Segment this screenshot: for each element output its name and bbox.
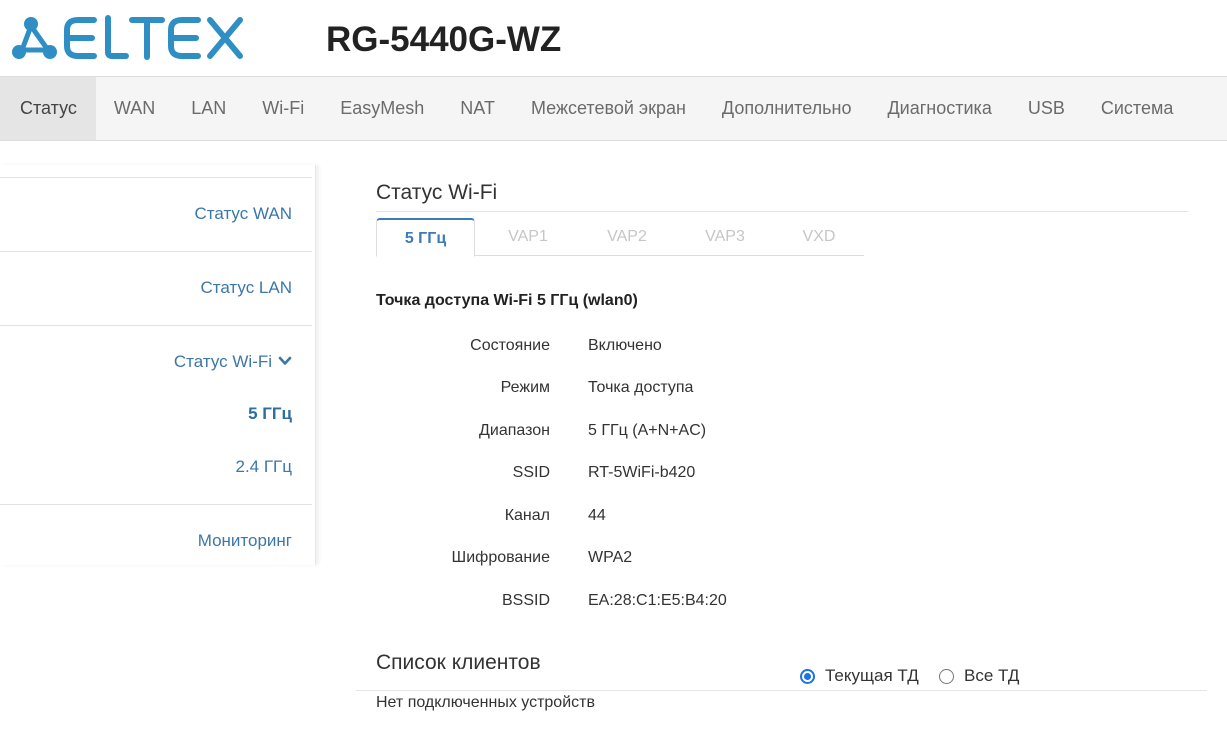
sidebar-divider [0, 325, 312, 326]
ssid-label: SSID [512, 464, 550, 481]
radio-all-ap-label: Все ТД [964, 666, 1020, 685]
tab-vap3[interactable]: VAP3 [678, 218, 772, 256]
tab-vap1[interactable]: VAP1 [481, 218, 575, 256]
main-nav: Статус WAN LAN Wi-Fi EasyMesh NAT Межсет… [0, 76, 1227, 141]
state-value: Включено [588, 337, 662, 354]
channel-value: 44 [588, 507, 606, 524]
section-divider [376, 211, 1189, 212]
sidebar-item-wan-status[interactable]: Статус WAN [195, 204, 293, 224]
radio-current-ap-label: Текущая ТД [825, 666, 919, 685]
access-point-title: Точка доступа Wi-Fi 5 ГГц (wlan0) [376, 292, 638, 309]
nav-item-nat[interactable]: NAT [442, 77, 513, 140]
radio-all-ap[interactable]: Все ТД [939, 666, 1019, 686]
wifi-status-title: Статус Wi-Fi [376, 181, 498, 204]
radio-button-checked[interactable] [800, 668, 815, 684]
tab-5ghz[interactable]: 5 ГГц [376, 218, 475, 257]
sidebar-divider [0, 177, 312, 178]
nav-item-system[interactable]: Система [1083, 77, 1192, 140]
nav-item-firewall[interactable]: Межсетевой экран [513, 77, 704, 140]
sidebar-divider [0, 504, 312, 505]
chevron-down-icon [278, 356, 292, 365]
nav-item-usb[interactable]: USB [1010, 77, 1083, 140]
section-divider [356, 690, 1207, 691]
sidebar-item-lan-status[interactable]: Статус LAN [200, 278, 292, 298]
nav-item-wan[interactable]: WAN [96, 77, 173, 140]
nav-item-diagnostics[interactable]: Диагностика [869, 77, 1009, 140]
nav-item-advanced[interactable]: Дополнительно [704, 77, 870, 140]
header: RG-5440G-WZ [0, 0, 1227, 76]
device-model: RG-5440G-WZ [326, 20, 562, 59]
sidebar-item-wifi-status[interactable]: Статус Wi-Fi [174, 352, 292, 372]
band-value: 5 ГГц (A+N+AC) [588, 422, 707, 439]
state-label: Состояние [470, 337, 550, 354]
ssid-value: RT-5WiFi-b420 [588, 464, 696, 481]
nav-item-lan[interactable]: LAN [173, 77, 244, 140]
sidebar-divider [0, 251, 312, 252]
sidebar-item-monitoring[interactable]: Мониторинг [198, 531, 292, 551]
sidebar-item-label: Статус Wi-Fi [173, 352, 272, 371]
sidebar-item-24ghz[interactable]: 2.4 ГГц [235, 457, 292, 477]
tab-vxd[interactable]: VXD [773, 218, 865, 256]
bssid-label: BSSID [501, 592, 550, 609]
sidebar: Статус WAN Статус LAN Статус Wi-Fi 5 ГГц… [0, 165, 316, 565]
sidebar-item-5ghz[interactable]: 5 ГГц [248, 404, 292, 424]
bssid-value: EA:28:C1:E5:B4:20 [588, 592, 727, 609]
radio-button[interactable] [939, 668, 954, 684]
nav-item-easymesh[interactable]: EasyMesh [322, 77, 442, 140]
mode-label: Режим [500, 379, 550, 396]
empty-clients-message: Нет подключенных устройств [376, 694, 595, 711]
wifi-tabs: 5 ГГц VAP1 VAP2 VAP3 VXD [376, 218, 865, 257]
encryption-label: Шифрование [451, 549, 550, 566]
band-label: Диапазон [479, 422, 550, 439]
client-list-title: Список клиентов [376, 651, 541, 674]
mode-value: Точка доступа [588, 379, 694, 396]
nav-item-wifi[interactable]: Wi-Fi [244, 77, 322, 140]
radio-current-ap[interactable]: Текущая ТД [800, 666, 919, 686]
encryption-value: WPA2 [588, 549, 633, 566]
channel-label: Канал [504, 507, 550, 524]
eltex-logo[interactable] [8, 12, 248, 66]
nav-item-status[interactable]: Статус [0, 77, 96, 140]
tab-vap2[interactable]: VAP2 [580, 218, 674, 256]
